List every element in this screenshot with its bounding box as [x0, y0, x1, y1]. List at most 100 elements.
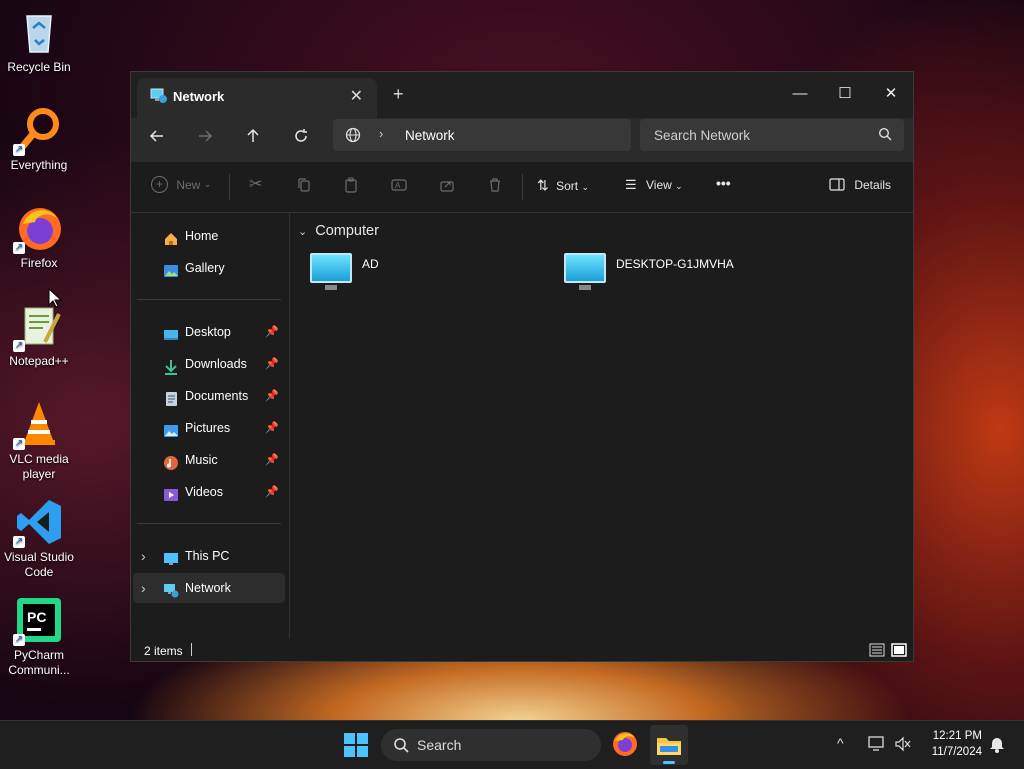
- sort-button[interactable]: ⇅ Sort ⌄: [537, 177, 589, 194]
- refresh-button[interactable]: [287, 128, 315, 152]
- network-status-icon[interactable]: [868, 736, 886, 757]
- document-icon: [163, 388, 179, 406]
- tab-network[interactable]: Network ✕: [137, 78, 377, 118]
- desktop-icon-firefox[interactable]: ↗ Firefox: [2, 204, 76, 271]
- computer-icon: [163, 548, 179, 565]
- nav-label: Network: [185, 581, 231, 595]
- nav-item-this-pc[interactable]: › This PC: [133, 541, 285, 571]
- details-label: Details: [854, 177, 892, 192]
- desktop-icon-recycle-bin[interactable]: Recycle Bin: [2, 8, 76, 75]
- volume-muted-icon[interactable]: [894, 736, 912, 757]
- firefox-icon: ↗: [13, 204, 63, 254]
- view-button[interactable]: ☰ View ⌄: [625, 177, 683, 193]
- nav-item-home[interactable]: Home: [133, 221, 285, 251]
- breadcrumb-network[interactable]: Network: [405, 128, 455, 143]
- address-field[interactable]: › Network: [333, 119, 631, 151]
- desktop-icon-vscode[interactable]: ↗ Visual Studio Code: [2, 498, 76, 580]
- divider: [137, 523, 281, 524]
- desktop-icon-label-line1: Visual Studio: [4, 550, 74, 564]
- nav-item-gallery[interactable]: Gallery: [133, 253, 285, 283]
- details-button[interactable]: Details: [829, 177, 891, 192]
- nav-item-documents[interactable]: Documents 📌: [133, 381, 285, 411]
- nav-label: This PC: [185, 549, 230, 563]
- tiles-view-toggle[interactable]: [891, 643, 907, 660]
- forward-button[interactable]: [191, 128, 219, 152]
- minimize-button[interactable]: —: [777, 80, 823, 108]
- nav-item-music[interactable]: Music 📌: [133, 445, 285, 475]
- show-hidden-icons-chevron[interactable]: ^: [837, 735, 844, 751]
- search-input[interactable]: Search Network: [654, 128, 750, 143]
- desktop-folder-icon: [163, 324, 179, 340]
- search-box[interactable]: Search Network: [640, 119, 904, 151]
- desktop-icon-everything[interactable]: ↗ Everything: [2, 106, 76, 173]
- share-button[interactable]: [439, 177, 455, 196]
- pin-icon: 📌: [265, 486, 279, 498]
- file-list-pane: ⌄ Computer AD DESKTOP-G1JMVHA: [290, 213, 913, 638]
- details-view-toggle[interactable]: [869, 643, 885, 660]
- pin-icon: 📌: [265, 326, 279, 338]
- start-button[interactable]: [344, 733, 368, 762]
- new-tab-button[interactable]: +: [393, 84, 404, 105]
- pin-icon: 📌: [265, 358, 279, 370]
- expand-chevron-icon[interactable]: ›: [141, 541, 146, 571]
- shortcut-arrow-icon: ↗: [13, 340, 25, 352]
- rename-button[interactable]: A: [391, 177, 407, 196]
- copy-button[interactable]: [296, 177, 312, 196]
- paste-button[interactable]: [343, 177, 359, 196]
- nav-label: Downloads: [185, 357, 247, 371]
- taskbar-firefox[interactable]: [612, 731, 638, 762]
- divider: [191, 643, 192, 656]
- svg-text:PC: PC: [27, 609, 46, 625]
- desktop-icon-notepad-plus-plus[interactable]: ↗ Notepad++: [2, 302, 76, 369]
- network-computer-item[interactable]: DESKTOP-G1JMVHA: [564, 253, 794, 297]
- taskbar-search[interactable]: Search: [381, 729, 601, 761]
- back-button[interactable]: [143, 128, 171, 152]
- close-window-button[interactable]: ✕: [868, 80, 914, 108]
- nav-label: Music: [185, 453, 218, 467]
- nav-label: Documents: [185, 389, 249, 403]
- svg-text:A: A: [395, 181, 401, 190]
- desktop-icon-label-line2: player: [22, 467, 56, 481]
- maximize-button[interactable]: ☐: [822, 80, 868, 108]
- firefox-icon: [613, 732, 637, 756]
- chevron-down-icon: ⌄: [581, 182, 589, 192]
- tab-title: Network: [173, 89, 225, 104]
- share-icon: [440, 181, 454, 192]
- taskbar-file-explorer[interactable]: [650, 725, 688, 765]
- nav-item-videos[interactable]: Videos 📌: [133, 477, 285, 507]
- arrow-right-icon: [199, 130, 213, 142]
- plus-circle-icon: +: [151, 176, 168, 193]
- notification-bell-icon[interactable]: [989, 735, 1005, 758]
- desktop-icon-vlc[interactable]: ↗ VLC media player: [2, 400, 76, 482]
- close-tab-button[interactable]: ✕: [350, 86, 363, 106]
- network-computer-item[interactable]: AD: [310, 253, 540, 297]
- arrow-left-icon: [149, 130, 163, 142]
- desktop-icon-pycharm[interactable]: PC ↗ PyCharm Communi...: [2, 596, 76, 678]
- desktop-icon-label-line2: Communi...: [8, 663, 70, 677]
- delete-button[interactable]: [487, 177, 503, 196]
- shortcut-arrow-icon: ↗: [13, 144, 25, 156]
- cut-button[interactable]: ✂: [249, 174, 262, 194]
- title-bar: Network ✕ + — ☐ ✕: [131, 72, 913, 118]
- nav-item-network[interactable]: › Network: [133, 573, 285, 603]
- search-icon: [393, 737, 409, 758]
- item-count: 2 items: [144, 644, 183, 658]
- recycle-bin-icon: [15, 8, 63, 56]
- trash-icon: [490, 178, 500, 192]
- clock-time[interactable]: 12:21 PM: [926, 730, 982, 742]
- divider: [137, 299, 281, 300]
- pin-icon: 📌: [265, 390, 279, 402]
- nav-item-pictures[interactable]: Pictures 📌: [133, 413, 285, 443]
- group-header-computer[interactable]: ⌄ Computer: [298, 223, 379, 239]
- see-more-button[interactable]: •••: [716, 175, 731, 191]
- clock-date[interactable]: 11/7/2024: [922, 746, 982, 758]
- scissors-icon: ✂: [249, 176, 263, 193]
- new-button[interactable]: + New ⌄: [151, 176, 211, 193]
- nav-item-downloads[interactable]: Downloads 📌: [133, 349, 285, 379]
- up-button[interactable]: [239, 128, 267, 152]
- navigation-pane: Home Gallery Desktop 📌 Downloads 📌 Docum…: [131, 213, 290, 638]
- expand-chevron-icon[interactable]: ›: [141, 573, 146, 603]
- chevron-down-icon: ⌄: [298, 226, 308, 238]
- rename-icon: A: [391, 179, 407, 191]
- nav-item-desktop[interactable]: Desktop 📌: [133, 317, 285, 347]
